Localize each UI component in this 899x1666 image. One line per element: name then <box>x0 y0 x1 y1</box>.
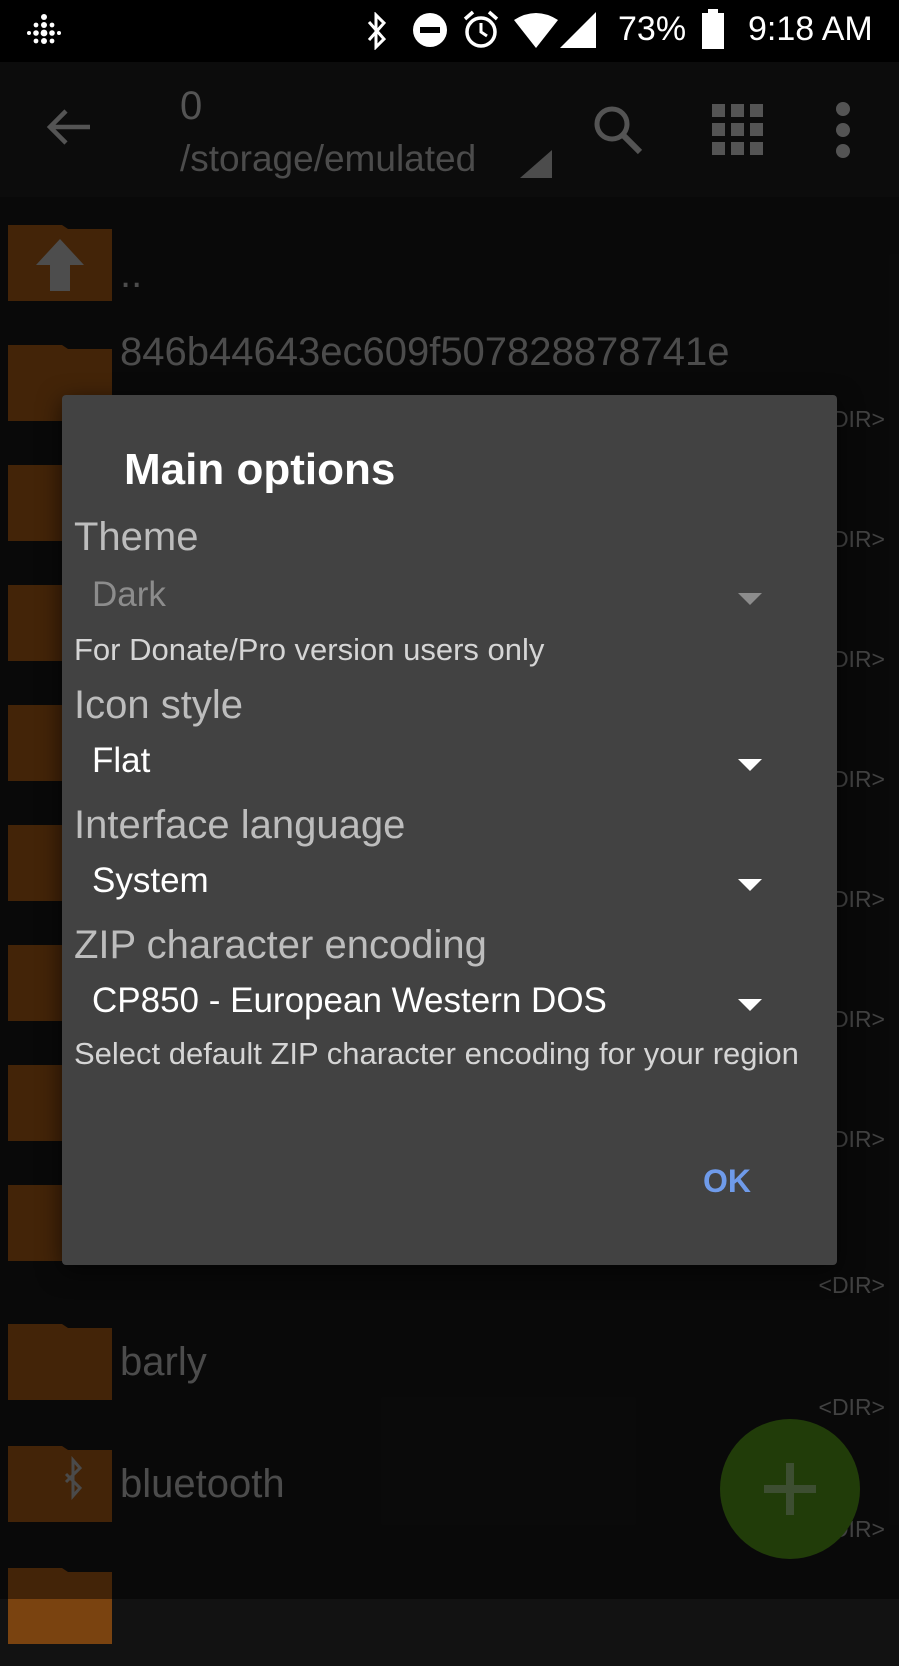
chevron-down-icon <box>738 593 762 605</box>
zip-encoding-label: ZIP character encoding <box>74 923 487 967</box>
icon-style-dropdown[interactable]: Flat <box>92 741 792 793</box>
ok-button[interactable]: OK <box>703 1163 751 1200</box>
clock: 9:18 AM <box>748 10 873 48</box>
battery-percent: 73% <box>618 10 687 48</box>
language-label: Interface language <box>74 803 406 847</box>
bluetooth-icon <box>367 12 387 50</box>
icon-style-label: Icon style <box>74 683 243 727</box>
do-not-disturb-icon <box>413 13 447 47</box>
zip-encoding-value: CP850 - European Western DOS <box>92 981 607 1020</box>
language-value: System <box>92 861 209 900</box>
language-dropdown[interactable]: System <box>92 861 792 913</box>
chevron-down-icon <box>738 999 762 1011</box>
theme-label: Theme <box>74 515 199 559</box>
icon-style-value: Flat <box>92 741 151 780</box>
fitbit-icon <box>27 14 61 44</box>
theme-note: For Donate/Pro version users only <box>74 632 545 667</box>
theme-value: Dark <box>92 575 166 614</box>
signal-icon <box>560 12 596 48</box>
theme-dropdown: Dark <box>92 575 792 627</box>
dialog-title: Main options <box>124 445 396 494</box>
alarm-icon <box>463 10 499 48</box>
status-bar: 73% 9:18 AM <box>0 0 899 62</box>
battery-icon <box>702 9 724 49</box>
chevron-down-icon <box>738 759 762 771</box>
wifi-icon <box>514 13 558 48</box>
main-options-dialog: Main options Theme Dark For Donate/Pro v… <box>62 395 837 1265</box>
zip-encoding-note: Select default ZIP character encoding fo… <box>74 1036 799 1071</box>
chevron-down-icon <box>738 879 762 891</box>
zip-encoding-dropdown[interactable]: CP850 - European Western DOS <box>92 981 792 1033</box>
